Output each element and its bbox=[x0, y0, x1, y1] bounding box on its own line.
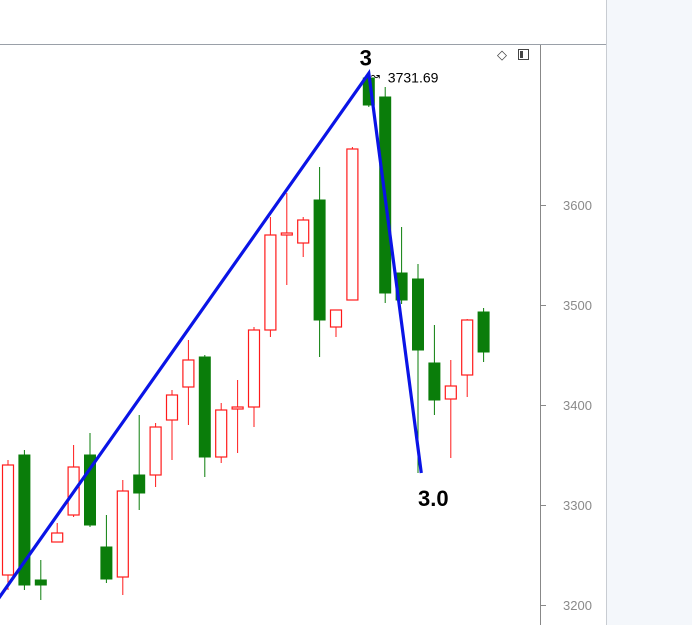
price-axis: 3600 3500 3400 3300 3200 bbox=[540, 45, 592, 625]
diamond-outline-icon[interactable]: ◇ bbox=[495, 48, 509, 62]
candle-body bbox=[182, 359, 195, 388]
candle-body bbox=[149, 426, 162, 476]
chart-panel[interactable]: 3600 3500 3400 3300 3200 3 ↝ 3731.69 3.0 ◇ bbox=[0, 0, 607, 625]
candle-down bbox=[477, 308, 490, 362]
candle-down bbox=[198, 355, 211, 477]
candle-up bbox=[461, 319, 474, 397]
wave-bottom-label: 3.0 bbox=[418, 486, 449, 511]
candle-up bbox=[215, 403, 228, 463]
candle-down bbox=[313, 167, 326, 357]
candle-body bbox=[313, 199, 326, 321]
candle-body bbox=[297, 219, 310, 244]
candle-up bbox=[444, 360, 457, 458]
candle-body bbox=[329, 309, 343, 328]
candle-body bbox=[34, 579, 47, 586]
price-axis-label: 3300 bbox=[563, 498, 592, 513]
candle-body bbox=[133, 474, 146, 494]
candle-body bbox=[280, 232, 293, 236]
candle-body bbox=[165, 394, 179, 421]
candle-up bbox=[116, 480, 129, 595]
candle-up bbox=[231, 380, 244, 453]
candle-down bbox=[428, 325, 441, 415]
candlestick-chart[interactable]: 3600 3500 3400 3300 3200 3 ↝ 3731.69 3.0 bbox=[0, 0, 607, 625]
candle-body bbox=[51, 532, 64, 543]
price-axis-label: 3200 bbox=[563, 598, 592, 613]
side-panel bbox=[607, 0, 692, 625]
candle-up bbox=[149, 423, 162, 487]
price-axis-label: 3600 bbox=[563, 198, 592, 213]
candle-body bbox=[198, 356, 211, 458]
price-axis-label: 3400 bbox=[563, 398, 592, 413]
candle-down bbox=[100, 515, 113, 583]
candle-up bbox=[165, 390, 179, 460]
candles bbox=[1, 73, 490, 600]
candle-body bbox=[1, 464, 15, 576]
candle-up bbox=[280, 193, 293, 285]
candle-up bbox=[1, 460, 15, 590]
candle-up bbox=[247, 327, 261, 427]
high-marker-icon: ↝ bbox=[371, 69, 380, 82]
candle-up bbox=[329, 309, 343, 337]
candle-body bbox=[477, 311, 490, 353]
candle-body bbox=[100, 546, 113, 580]
candle-up bbox=[67, 445, 80, 517]
candle-up bbox=[264, 217, 277, 337]
candle-body bbox=[412, 278, 424, 351]
candle-down bbox=[133, 415, 146, 510]
candle-body bbox=[231, 406, 244, 410]
candle-body bbox=[116, 490, 129, 578]
candle-down bbox=[34, 560, 47, 600]
candle-up bbox=[51, 523, 64, 543]
candle-body bbox=[247, 329, 261, 408]
candle-body bbox=[264, 234, 277, 331]
candle-down bbox=[84, 433, 96, 527]
wave-top-label: 3 bbox=[360, 45, 372, 70]
candle-body bbox=[444, 385, 457, 400]
candle-body bbox=[346, 148, 359, 301]
candle-body bbox=[461, 319, 474, 376]
panel-toggle-icon[interactable] bbox=[517, 48, 531, 62]
candle-up bbox=[182, 340, 195, 425]
candle-body bbox=[215, 409, 228, 458]
candle-up bbox=[297, 217, 310, 257]
high-value-label: 3731.69 bbox=[388, 69, 439, 85]
candle-body bbox=[428, 362, 441, 401]
candle-up bbox=[346, 147, 359, 301]
price-axis-label: 3500 bbox=[563, 298, 592, 313]
